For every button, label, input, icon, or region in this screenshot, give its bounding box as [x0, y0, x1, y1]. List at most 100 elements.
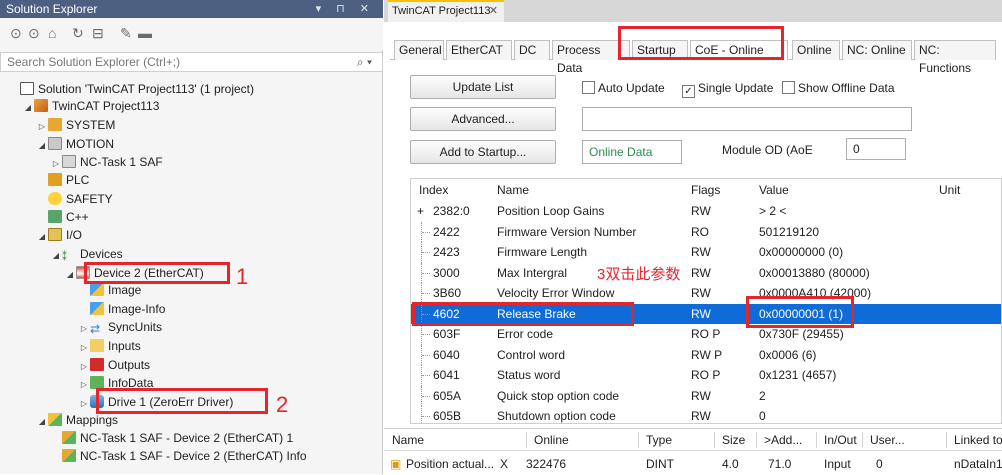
header-name[interactable]: Name [497, 179, 529, 201]
expand-arrow-icon[interactable]: ◢ [22, 99, 34, 117]
table-row[interactable]: 2422 Firmware Version Number RO 501219120 [411, 221, 1001, 242]
variables-row[interactable]: ▣ Position actual... X 322476 DINT 4.0 71.0 Inp… [384, 453, 1002, 475]
tree-item[interactable]: ▷ Inputs [78, 337, 141, 355]
tree-item[interactable]: ◢ MOTION [36, 135, 114, 153]
column-separator[interactable] [526, 432, 527, 448]
tree-item-label: Image-Info [108, 302, 166, 316]
home-icon[interactable]: ⌂ [48, 25, 56, 41]
table-row[interactable]: 3B60 Velocity Error Window RW 0x0000A410 (4… [411, 283, 1001, 304]
header-unit[interactable]: Unit [939, 179, 960, 201]
cell-flags: RW [691, 409, 711, 423]
search-icon[interactable]: ⌕ ▾ [357, 53, 372, 71]
expand-arrow-icon[interactable]: ◢ [64, 266, 76, 284]
single-update-checkbox[interactable]: ✓ Single Update [682, 81, 773, 98]
show-offline-checkbox[interactable]: Show Offline Data [782, 81, 895, 95]
auto-update-checkbox[interactable]: Auto Update [582, 81, 665, 95]
column-separator[interactable] [946, 432, 947, 448]
table-row[interactable]: 6040 Control word RW P 0x0006 (6) [411, 344, 1001, 365]
expand-arrow-icon[interactable]: ▷ [78, 339, 90, 357]
advanced-button[interactable]: Advanced... [410, 107, 556, 131]
expand-arrow-icon[interactable]: ◢ [50, 247, 62, 265]
tab-online[interactable]: Online [792, 40, 840, 60]
table-row[interactable]: +2382:0 Position Loop Gains RW > 2 < [411, 201, 1001, 222]
table-row[interactable]: 603F Error code RO P 0x730F (29455) [411, 324, 1001, 345]
table-header: Index Name Flags Value Unit [411, 179, 1001, 201]
column-header[interactable]: >Add... [764, 429, 802, 451]
tree-item[interactable]: ▷ NC-Task 1 SAF [50, 153, 163, 171]
expand-arrow-icon[interactable]: ◢ [36, 228, 48, 246]
tree-item[interactable]: ▷ SYSTEM [36, 116, 115, 134]
tree-item[interactable]: ▷ ⇄ SyncUnits [78, 318, 162, 336]
document-tab[interactable]: TwinCAT Project113 ✕ [388, 0, 504, 22]
table-row[interactable]: 2423 Firmware Length RW 0x00000000 (0) [411, 242, 1001, 263]
expand-icon[interactable]: + [417, 201, 424, 221]
cell-index: 605B [433, 409, 462, 423]
table-row[interactable]: 605B Shutdown option code RW 0 [411, 406, 1001, 423]
expand-arrow-icon[interactable]: ▷ [36, 118, 48, 136]
header-flags[interactable]: Flags [691, 179, 720, 201]
panel-window-controls[interactable]: ▾ ⊓ ✕ [316, 0, 375, 18]
tree-item[interactable]: Image-Info [78, 300, 165, 318]
column-separator[interactable] [756, 432, 757, 448]
advanced-value-field[interactable] [582, 107, 912, 131]
search-placeholder: Search Solution Explorer (Ctrl+;) [7, 55, 181, 69]
column-separator[interactable] [816, 432, 817, 448]
tree-item[interactable]: ▷ Outputs [78, 356, 150, 374]
collapse-all-icon[interactable]: ▬ [138, 25, 152, 41]
forward-icon[interactable]: ⊙ [28, 25, 40, 42]
pending-changes-icon[interactable]: ⊟ [92, 25, 104, 42]
header-index[interactable]: Index [419, 179, 448, 201]
module-od-field[interactable]: 0 [846, 138, 906, 160]
tree-item[interactable]: NC-Task 1 SAF - Device 2 (EtherCAT) 1 [50, 429, 293, 447]
tab-general[interactable]: General [394, 40, 444, 60]
tree-item[interactable]: C++ [36, 208, 89, 226]
column-header[interactable]: Type [646, 429, 672, 451]
image-info-icon [90, 302, 104, 315]
table-row[interactable]: 6041 Status word RO P 0x1231 (4657) [411, 365, 1001, 386]
column-header[interactable]: Linked to [954, 429, 1002, 451]
table-row[interactable]: 3000 Max Intergral RW 0x00013880 (80000) [411, 262, 1001, 283]
tree-item-label: SYSTEM [66, 118, 116, 132]
tree-item[interactable]: Solution 'TwinCAT Project113' (1 project… [8, 80, 254, 98]
expand-arrow-icon[interactable]: ◢ [36, 413, 48, 431]
cell-index: 3000 [433, 265, 460, 280]
tab-nc-functions[interactable]: NC: Functions [914, 40, 996, 75]
expand-arrow-icon[interactable]: ◢ [36, 137, 48, 155]
cell-flags: RW P [691, 347, 723, 362]
tree-item[interactable]: PLC [36, 171, 89, 189]
tree-item[interactable]: ◢ I/O [36, 226, 82, 244]
column-header[interactable]: Size [722, 429, 745, 451]
tree-connector [421, 242, 430, 263]
tab-dc[interactable]: DC [514, 40, 550, 60]
close-tab-icon[interactable]: ✕ [489, 2, 498, 20]
outputs-icon [90, 358, 104, 371]
cell-value: > 2 < [759, 204, 787, 218]
tree-item[interactable]: NC-Task 1 SAF - Device 2 (EtherCAT) Info [50, 447, 307, 465]
tree-item-label: Mappings [66, 413, 119, 427]
column-separator[interactable] [714, 432, 715, 448]
expand-arrow-icon[interactable]: ▷ [78, 376, 90, 394]
column-separator[interactable] [862, 432, 863, 448]
annotation-step-2: 2 [276, 392, 289, 417]
cell-value: 0 [759, 409, 766, 423]
tree-item[interactable]: ◢ ⁑ Devices [50, 245, 123, 263]
add-to-startup-button[interactable]: Add to Startup... [410, 140, 556, 164]
tree-item[interactable]: SAFETY [36, 190, 113, 208]
expand-arrow-icon[interactable]: ▷ [78, 320, 90, 338]
column-header[interactable]: User... [870, 429, 905, 451]
solution-explorer-search-input[interactable]: Search Solution Explorer (Ctrl+;) ⌕ ▾ [0, 52, 383, 72]
column-header[interactable]: In/Out [824, 429, 857, 451]
column-header[interactable]: Online [534, 429, 569, 451]
properties-wrench-icon[interactable]: ✎ [120, 25, 132, 42]
sync-icon[interactable]: ↻ [72, 25, 84, 42]
table-row[interactable]: 605A Quick stop option code RW 2 [411, 385, 1001, 406]
back-icon[interactable]: ⊙ [10, 25, 22, 42]
tab-ethercat[interactable]: EtherCAT [446, 40, 512, 60]
cell-flags: RW [691, 204, 711, 218]
column-separator[interactable] [638, 432, 639, 448]
tree-item[interactable]: ◢ TwinCAT Project113 [22, 97, 159, 115]
tab-nc-online[interactable]: NC: Online [842, 40, 912, 60]
column-header[interactable]: Name [392, 429, 424, 451]
update-list-button[interactable]: Update List [410, 75, 556, 99]
header-value[interactable]: Value [759, 179, 789, 201]
